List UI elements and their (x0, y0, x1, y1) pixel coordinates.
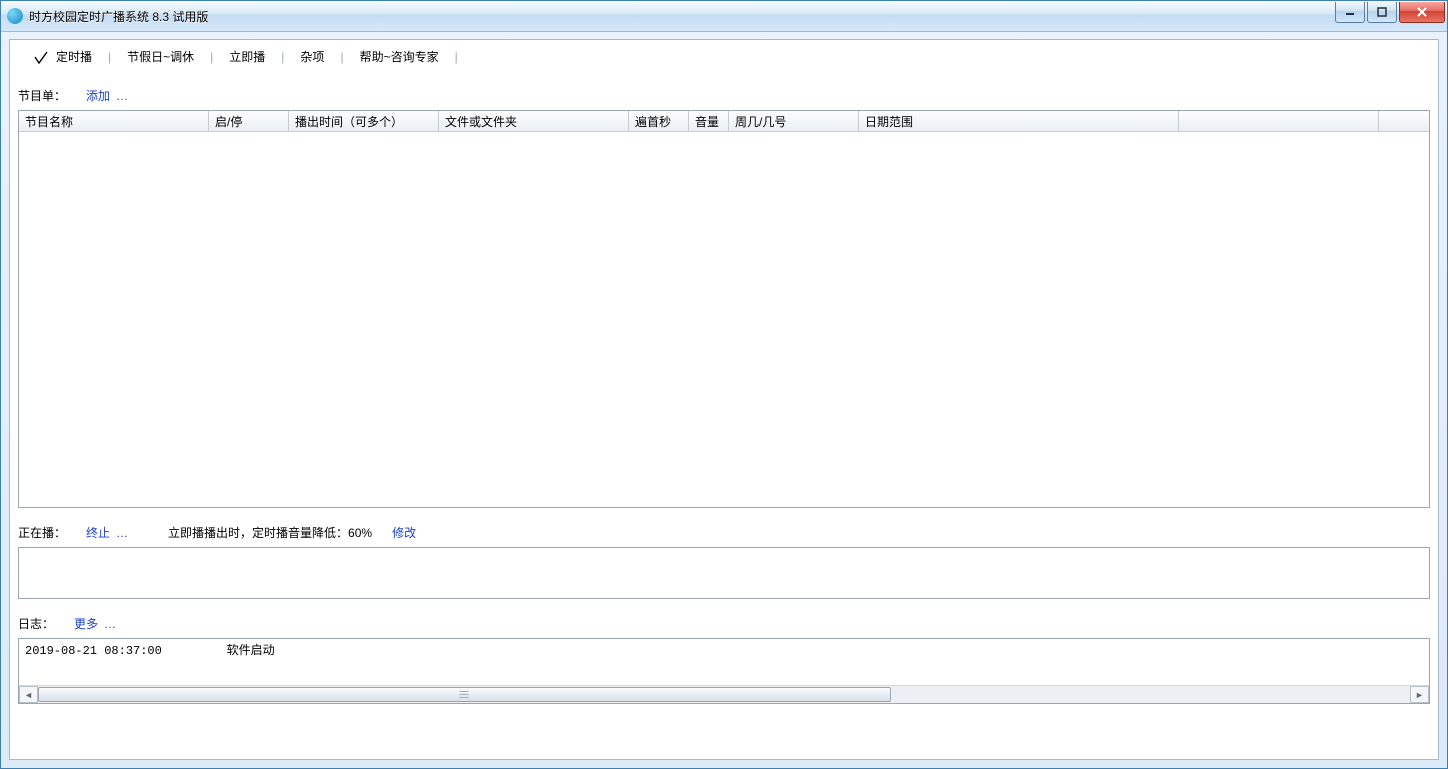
program-list-header: 节目单： 添加 … (10, 71, 1438, 110)
program-list-label: 节目单： (18, 87, 66, 104)
checkmark-icon (34, 50, 48, 64)
menu-separator: | (281, 50, 284, 64)
log-header: 日志： 更多 … (10, 599, 1438, 638)
scroll-left-button[interactable]: ◄ (19, 686, 38, 703)
column-header[interactable] (1179, 111, 1379, 131)
column-header[interactable]: 节目名称 (19, 111, 209, 131)
add-program-link[interactable]: 添加 (86, 87, 110, 104)
menu-separator: | (210, 50, 213, 64)
now-playing-list[interactable] (18, 547, 1430, 599)
maximize-icon (1377, 7, 1387, 17)
stop-more-icon[interactable]: … (116, 526, 128, 540)
now-playing-label: 正在播： (18, 524, 66, 541)
stop-link[interactable]: 终止 (86, 524, 110, 541)
menu-help[interactable]: 帮助~咨询专家 (356, 48, 443, 65)
log-label: 日志： (18, 615, 54, 632)
app-icon (7, 8, 23, 24)
column-header[interactable]: 文件或文件夹 (439, 111, 629, 131)
menu-immediate[interactable]: 立即播 (225, 48, 269, 65)
column-header[interactable]: 遍首秒 (629, 111, 689, 131)
menubar: 定时播 | 节假日~调休 | 立即播 | 杂项 | 帮助~咨询专家 | (10, 40, 1438, 71)
close-icon (1416, 7, 1428, 17)
now-playing-header: 正在播： 终止 … 立即播播出时，定时播音量降低：60% 修改 (10, 508, 1438, 547)
column-header[interactable]: 音量 (689, 111, 729, 131)
add-program-more-icon[interactable]: … (116, 89, 128, 103)
program-table[interactable]: 节目名称启/停播出时间（可多个）文件或文件夹遍首秒音量周几/几号日期范围 (18, 110, 1430, 508)
log-more-link[interactable]: 更多 (74, 615, 98, 632)
modify-link[interactable]: 修改 (392, 524, 416, 541)
menu-misc[interactable]: 杂项 (296, 48, 328, 65)
column-header[interactable]: 周几/几号 (729, 111, 859, 131)
close-button[interactable] (1399, 2, 1445, 23)
minimize-button[interactable] (1335, 2, 1365, 23)
window-title: 时方校园定时广播系统 8.3 试用版 (29, 8, 208, 25)
column-header[interactable]: 播出时间（可多个） (289, 111, 439, 131)
scroll-grip-icon (460, 691, 469, 698)
scroll-thumb[interactable] (38, 687, 891, 702)
column-header[interactable]: 日期范围 (859, 111, 1179, 131)
scroll-right-button[interactable]: ► (1410, 686, 1429, 703)
titlebar[interactable]: 时方校园定时广播系统 8.3 试用版 (1, 1, 1447, 32)
menu-timed-broadcast[interactable]: 定时播 (52, 48, 96, 65)
menu-separator: | (340, 50, 343, 64)
menu-holiday[interactable]: 节假日~调休 (123, 48, 198, 65)
app-window: 时方校园定时广播系统 8.3 试用版 定时播 | 节假日~调休 | 立即播 | … (0, 0, 1448, 769)
client-area: 定时播 | 节假日~调休 | 立即播 | 杂项 | 帮助~咨询专家 | 节目单：… (9, 39, 1439, 760)
maximize-button[interactable] (1367, 2, 1397, 23)
scroll-track[interactable] (38, 687, 1410, 702)
log-more-icon[interactable]: … (104, 617, 116, 631)
volume-note: 立即播播出时，定时播音量降低：60% (168, 524, 372, 541)
menu-separator: | (455, 50, 458, 64)
column-header[interactable]: 启/停 (209, 111, 289, 131)
program-table-header: 节目名称启/停播出时间（可多个）文件或文件夹遍首秒音量周几/几号日期范围 (19, 111, 1429, 132)
log-body[interactable]: 2019-08-21 08:37:00 软件启动 (19, 639, 1429, 685)
minimize-icon (1345, 7, 1355, 17)
volume-note-value: 60% (348, 526, 372, 540)
log-hscrollbar[interactable]: ◄ ► (19, 685, 1429, 703)
window-controls (1333, 2, 1445, 23)
menu-separator: | (108, 50, 111, 64)
volume-note-prefix: 立即播播出时，定时播音量降低： (168, 526, 348, 540)
log-box: 2019-08-21 08:37:00 软件启动 ◄ ► (18, 638, 1430, 704)
